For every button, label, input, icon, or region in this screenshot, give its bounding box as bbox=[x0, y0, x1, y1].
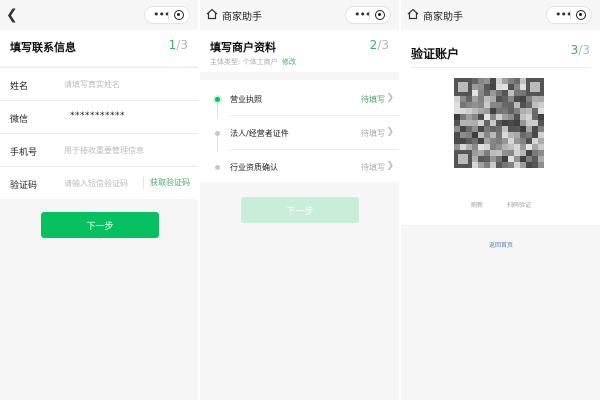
step-item-legal-person-id[interactable]: 法人/经营者证件 待填写 ❯ bbox=[200, 116, 399, 150]
navbar: 商家助手 ••• bbox=[200, 0, 399, 30]
name-row: 姓名 bbox=[0, 67, 198, 100]
step-total: /3 bbox=[578, 43, 590, 57]
more-icon[interactable]: ••• bbox=[555, 7, 572, 22]
edit-subject-link[interactable]: 修改 bbox=[282, 58, 296, 66]
chevron-right-icon: ❯ bbox=[386, 127, 394, 137]
step-item-industry-qualification[interactable]: 行业资质确认 待填写 ❯ bbox=[200, 150, 399, 184]
page-title: 验证账户 bbox=[411, 47, 460, 61]
home-icon[interactable] bbox=[407, 8, 419, 20]
qr-code-image bbox=[454, 78, 544, 168]
back-home-link[interactable]: 返回首页 bbox=[489, 240, 513, 249]
code-input[interactable] bbox=[64, 176, 140, 190]
close-target-icon[interactable] bbox=[576, 10, 586, 20]
verify-account-screen: 商家助手 ••• 验证账户 3/3 刷新 扫码验证 返回首页 bbox=[401, 0, 600, 400]
qr-actions: 刷新 扫码验证 bbox=[401, 200, 600, 210]
step-item-business-license[interactable]: 营业执照 待填写 ❯ bbox=[200, 82, 399, 116]
step-counter: 1/3 bbox=[169, 38, 188, 52]
back-arrow-icon[interactable]: ❮ bbox=[6, 6, 20, 24]
get-code-button[interactable]: 获取验证码 bbox=[143, 177, 190, 189]
wechat-label: 微信 bbox=[10, 115, 29, 125]
step-bullet-active bbox=[215, 97, 220, 102]
divider bbox=[411, 67, 590, 68]
step-status: 待填写 bbox=[361, 129, 385, 138]
wechat-row: 微信 *********** bbox=[0, 100, 198, 133]
capsule-divider bbox=[369, 11, 370, 20]
next-button-disabled[interactable]: 下一步 bbox=[241, 197, 359, 223]
home-icon[interactable] bbox=[206, 8, 218, 20]
step-status: 待填写 bbox=[361, 163, 385, 172]
more-icon[interactable]: ••• bbox=[153, 7, 170, 22]
step-bullet bbox=[215, 131, 220, 136]
navbar: ❮ ••• bbox=[0, 0, 198, 30]
code-label: 验证码 bbox=[10, 181, 38, 191]
mini-program-capsule: ••• bbox=[144, 6, 190, 24]
name-label: 姓名 bbox=[10, 82, 29, 92]
step-total: /3 bbox=[176, 38, 188, 52]
next-button[interactable]: 下一步 bbox=[41, 212, 159, 238]
chevron-right-icon: ❯ bbox=[386, 93, 394, 103]
step-total: /3 bbox=[377, 38, 389, 52]
mini-program-capsule: ••• bbox=[546, 6, 592, 24]
page-title: 填写商户资料 bbox=[210, 41, 276, 54]
verify-card: 验证账户 3/3 刷新 扫码验证 bbox=[401, 30, 600, 225]
step-bullet bbox=[215, 165, 220, 170]
phone-row: 手机号 bbox=[0, 133, 198, 166]
capsule-divider bbox=[168, 11, 169, 20]
step-header: 填写联系信息 1/3 bbox=[0, 30, 198, 66]
merchant-info-screen: 商家助手 ••• 填写商户资料 2/3 主体类型: 个体工商户 修改 营业执照 … bbox=[200, 0, 399, 400]
step-status: 待填写 bbox=[361, 95, 385, 104]
phone-label: 手机号 bbox=[10, 148, 38, 158]
subject-type-label: 主体类型: bbox=[210, 58, 241, 66]
nav-title: 商家助手 bbox=[222, 12, 262, 23]
navbar: 商家助手 ••• bbox=[401, 0, 600, 30]
step-counter: 3/3 bbox=[571, 43, 590, 57]
step-name: 营业执照 bbox=[230, 95, 262, 104]
capsule-divider bbox=[570, 11, 571, 20]
refresh-link[interactable]: 刷新 bbox=[471, 200, 483, 209]
subject-type-value: 个体工商户 bbox=[242, 58, 278, 66]
step-name: 行业资质确认 bbox=[230, 163, 278, 172]
subject-type: 主体类型: 个体工商户 修改 bbox=[210, 57, 296, 67]
page-title: 填写联系信息 bbox=[10, 41, 76, 54]
more-icon[interactable]: ••• bbox=[354, 7, 371, 22]
step-header: 填写商户资料 2/3 主体类型: 个体工商户 修改 bbox=[200, 30, 399, 72]
name-input[interactable] bbox=[64, 77, 188, 91]
step-counter: 2/3 bbox=[370, 38, 389, 52]
close-target-icon[interactable] bbox=[375, 10, 385, 20]
mini-program-capsule: ••• bbox=[345, 6, 391, 24]
phone-input[interactable] bbox=[64, 143, 188, 157]
code-row: 验证码 获取验证码 bbox=[0, 166, 198, 199]
contact-info-screen: ❮ ••• 填写联系信息 1/3 姓名 微信 *********** 手机号 验… bbox=[0, 0, 198, 400]
steps-list: 营业执照 待填写 ❯ 法人/经营者证件 待填写 ❯ 行业资质确认 待填写 ❯ bbox=[200, 80, 399, 182]
step-name: 法人/经营者证件 bbox=[230, 129, 289, 138]
chevron-right-icon: ❯ bbox=[386, 161, 394, 171]
scan-verify-link[interactable]: 扫码验证 bbox=[507, 200, 531, 209]
wechat-value: *********** bbox=[70, 111, 125, 121]
nav-title: 商家助手 bbox=[423, 12, 463, 23]
close-target-icon[interactable] bbox=[174, 10, 184, 20]
